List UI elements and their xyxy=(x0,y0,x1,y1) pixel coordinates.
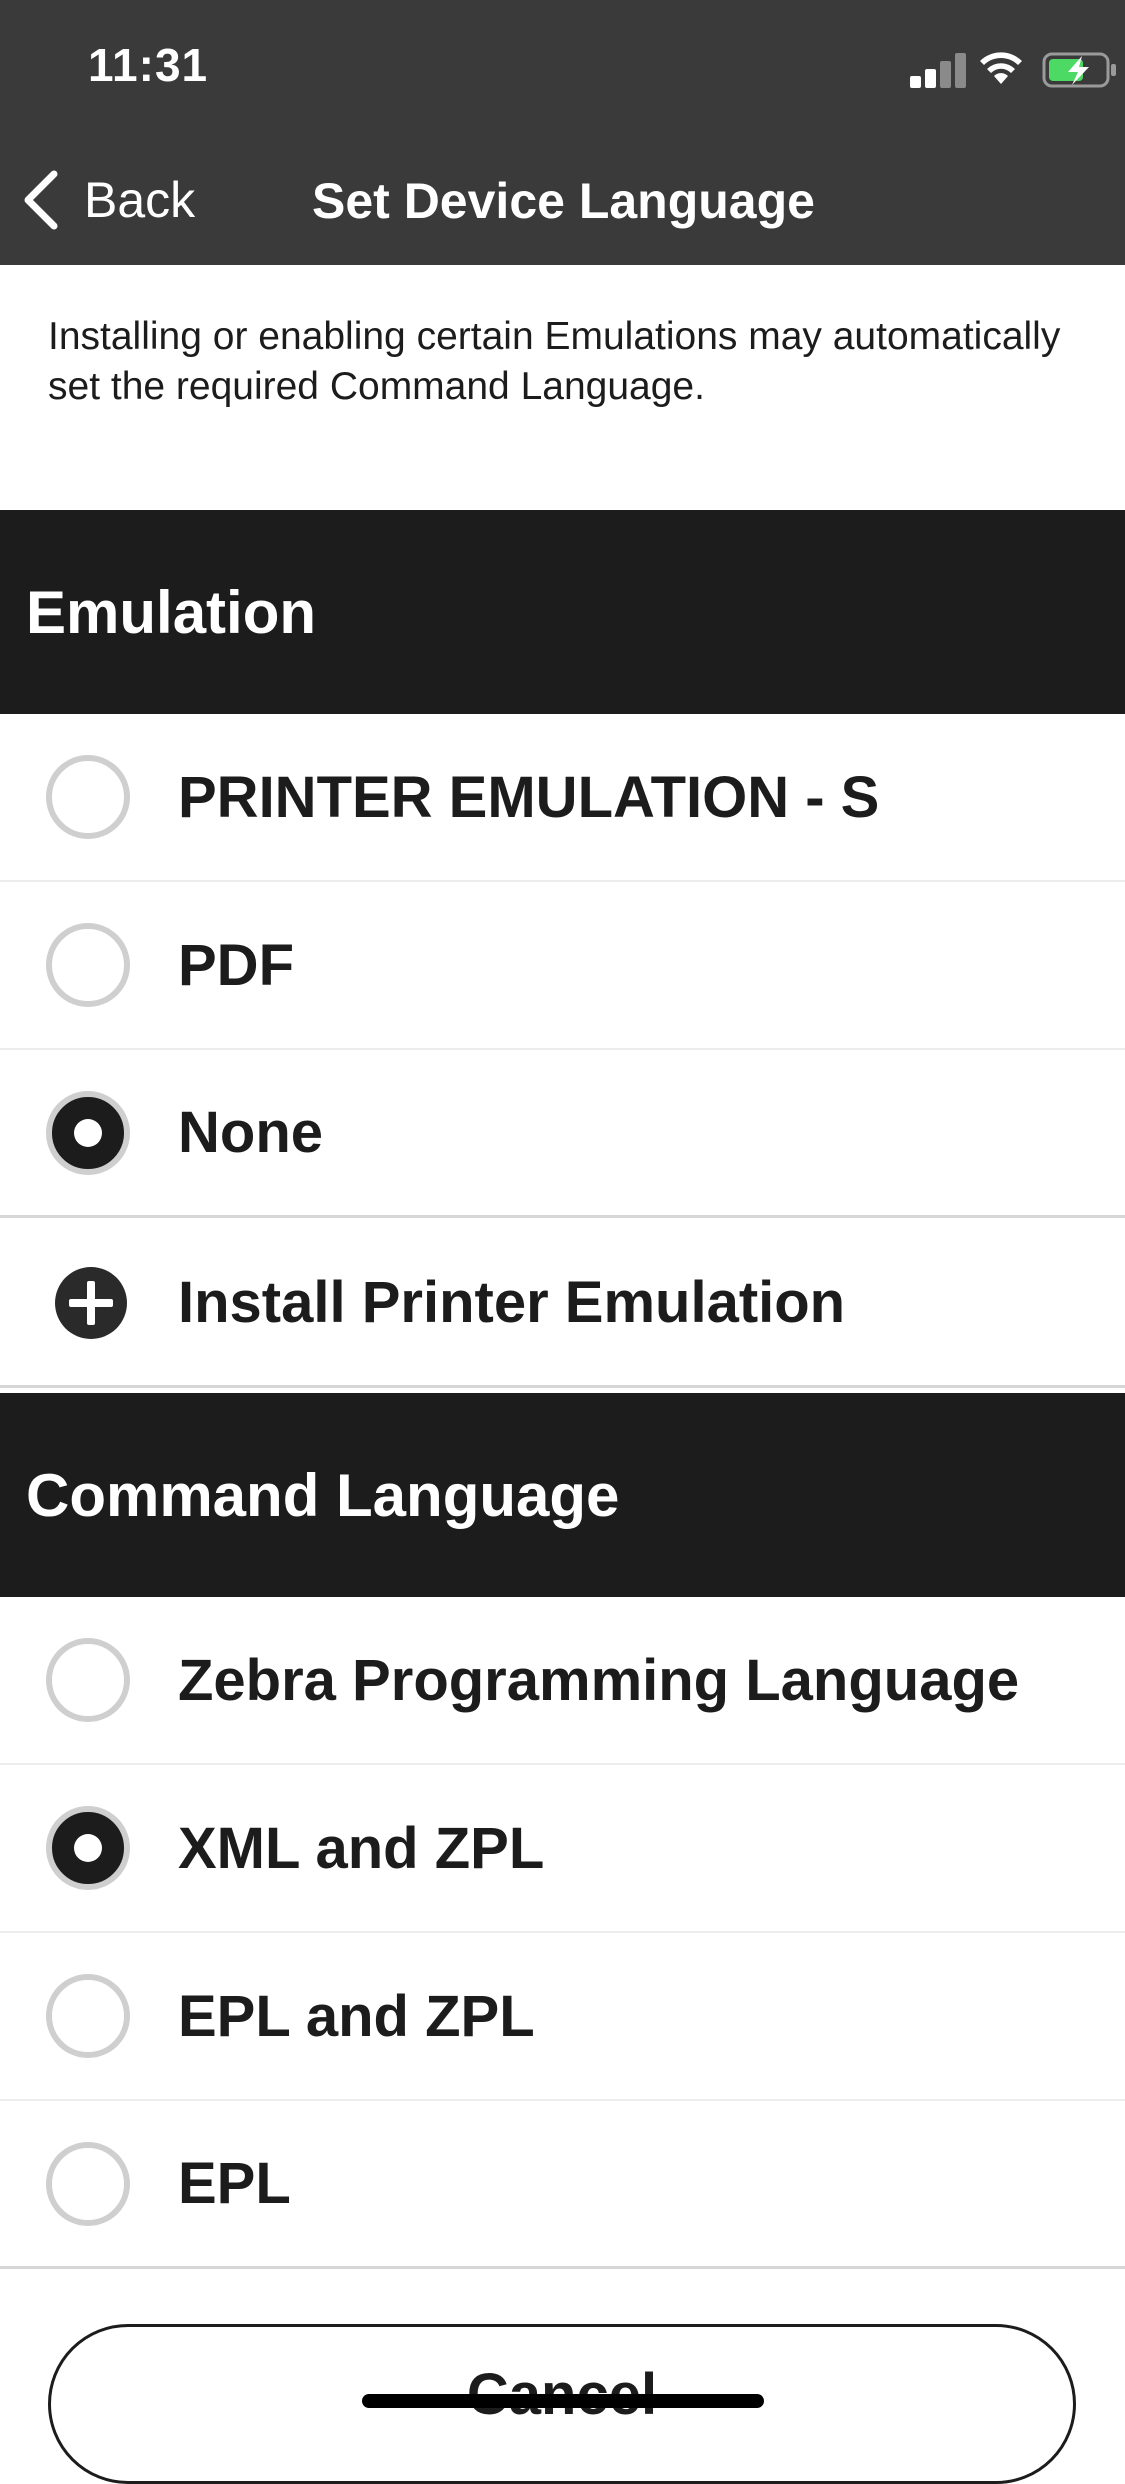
command-option-epl[interactable]: EPL xyxy=(0,2101,1125,2269)
option-label: XML and ZPL xyxy=(178,1815,545,1881)
command-option-xml-and-zpl[interactable]: XML and ZPL xyxy=(0,1765,1125,1933)
radio-selected[interactable] xyxy=(46,1806,130,1890)
battery-charging-icon xyxy=(1042,52,1116,88)
emulation-option-none[interactable]: None xyxy=(0,1050,1125,1218)
home-indicator xyxy=(362,2394,764,2408)
back-button[interactable]: Back xyxy=(20,164,195,236)
radio-unselected[interactable] xyxy=(46,1974,130,2058)
command-language-header-label: Command Language xyxy=(26,1461,620,1529)
chevron-left-icon xyxy=(24,170,58,230)
option-label: PRINTER EMULATION - S xyxy=(178,764,880,830)
navigation-bar: Back Set Device Language xyxy=(0,150,1125,250)
command-option-epl-and-zpl[interactable]: EPL and ZPL xyxy=(0,1933,1125,2101)
command-language-section-header: Command Language xyxy=(0,1393,1125,1597)
option-label: None xyxy=(178,1100,323,1165)
status-time: 11:31 xyxy=(88,39,209,91)
command-option-zpl[interactable]: Zebra Programming Language xyxy=(0,1597,1125,1765)
install-printer-emulation-label: Install Printer Emulation xyxy=(178,1270,846,1335)
info-text: Installing or enabling certain Emulation… xyxy=(48,315,1061,408)
emulation-section-header: Emulation xyxy=(0,510,1125,714)
radio-unselected[interactable] xyxy=(46,1638,130,1722)
radio-unselected[interactable] xyxy=(46,923,130,1007)
radio-unselected[interactable] xyxy=(46,755,130,839)
app-header: 11:31 Back Set Device Language xyxy=(0,0,1125,265)
radio-selected[interactable] xyxy=(46,1090,130,1175)
page-title: Set Device Language xyxy=(312,173,815,229)
option-label: Zebra Programming Language xyxy=(178,1647,1020,1713)
plus-circle-icon xyxy=(55,1266,127,1339)
wifi-icon xyxy=(980,52,1022,84)
emulation-option-pdf[interactable]: PDF xyxy=(0,882,1125,1050)
install-printer-emulation-button[interactable]: Install Printer Emulation xyxy=(0,1220,1125,1388)
emulation-header-label: Emulation xyxy=(26,578,317,646)
signal-icon xyxy=(910,52,966,88)
emulation-option-printer-emulation-s[interactable]: PRINTER EMULATION - S xyxy=(0,714,1125,882)
radio-unselected[interactable] xyxy=(46,2141,130,2226)
option-label: EPL and ZPL xyxy=(178,1983,535,2049)
back-label: Back xyxy=(84,172,196,228)
option-label: PDF xyxy=(178,932,294,998)
option-label: EPL xyxy=(178,2151,291,2216)
